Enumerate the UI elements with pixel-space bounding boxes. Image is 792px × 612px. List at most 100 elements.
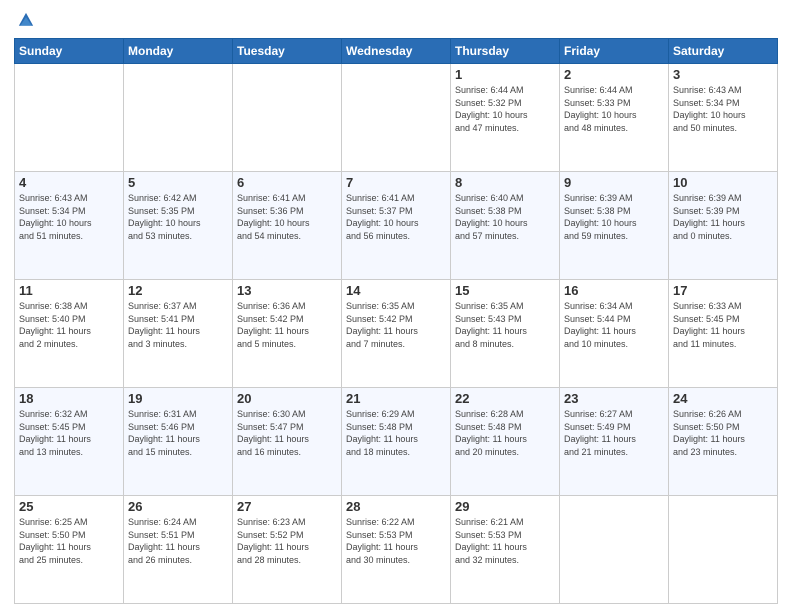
logo-icon: [16, 10, 36, 30]
calendar-cell: 18 Sunrise: 6:32 AM Sunset: 5:45 PM Dayli…: [15, 388, 124, 496]
calendar-cell: 28 Sunrise: 6:22 AM Sunset: 5:53 PM Dayli…: [342, 496, 451, 604]
day-info: Sunrise: 6:35 AM Sunset: 5:42 PM Dayligh…: [346, 300, 446, 350]
calendar-week-5: 25 Sunrise: 6:25 AM Sunset: 5:50 PM Dayli…: [15, 496, 778, 604]
calendar-cell: 14 Sunrise: 6:35 AM Sunset: 5:42 PM Dayli…: [342, 280, 451, 388]
day-number: 17: [673, 283, 773, 298]
day-number: 23: [564, 391, 664, 406]
calendar-cell: 12 Sunrise: 6:37 AM Sunset: 5:41 PM Dayli…: [124, 280, 233, 388]
day-info: Sunrise: 6:36 AM Sunset: 5:42 PM Dayligh…: [237, 300, 337, 350]
day-number: 21: [346, 391, 446, 406]
calendar-cell: 15 Sunrise: 6:35 AM Sunset: 5:43 PM Dayli…: [451, 280, 560, 388]
day-info: Sunrise: 6:40 AM Sunset: 5:38 PM Dayligh…: [455, 192, 555, 242]
day-number: 7: [346, 175, 446, 190]
day-number: 3: [673, 67, 773, 82]
header-wednesday: Wednesday: [342, 39, 451, 64]
calendar-cell: 7 Sunrise: 6:41 AM Sunset: 5:37 PM Daylig…: [342, 172, 451, 280]
calendar-cell: 11 Sunrise: 6:38 AM Sunset: 5:40 PM Dayli…: [15, 280, 124, 388]
calendar-cell: 23 Sunrise: 6:27 AM Sunset: 5:49 PM Dayli…: [560, 388, 669, 496]
day-number: 8: [455, 175, 555, 190]
day-number: 5: [128, 175, 228, 190]
day-number: 13: [237, 283, 337, 298]
day-info: Sunrise: 6:32 AM Sunset: 5:45 PM Dayligh…: [19, 408, 119, 458]
page-header: [14, 10, 778, 30]
header-saturday: Saturday: [669, 39, 778, 64]
calendar-cell: 29 Sunrise: 6:21 AM Sunset: 5:53 PM Dayli…: [451, 496, 560, 604]
calendar-cell: 5Sunrise: 6:42 AM Sunset: 5:35 PM Daylig…: [124, 172, 233, 280]
day-number: 9: [564, 175, 664, 190]
day-number: 15: [455, 283, 555, 298]
day-info: Sunrise: 6:44 AM Sunset: 5:33 PM Dayligh…: [564, 84, 664, 134]
day-number: 6: [237, 175, 337, 190]
calendar-cell: 16 Sunrise: 6:34 AM Sunset: 5:44 PM Dayli…: [560, 280, 669, 388]
calendar-cell: 6 Sunrise: 6:41 AM Sunset: 5:36 PM Daylig…: [233, 172, 342, 280]
day-info: Sunrise: 6:25 AM Sunset: 5:50 PM Dayligh…: [19, 516, 119, 566]
day-number: 19: [128, 391, 228, 406]
calendar-cell: 8 Sunrise: 6:40 AM Sunset: 5:38 PM Daylig…: [451, 172, 560, 280]
day-info: Sunrise: 6:43 AM Sunset: 5:34 PM Dayligh…: [673, 84, 773, 134]
day-number: 29: [455, 499, 555, 514]
day-number: 10: [673, 175, 773, 190]
calendar-cell: 17 Sunrise: 6:33 AM Sunset: 5:45 PM Dayli…: [669, 280, 778, 388]
calendar-cell: 26 Sunrise: 6:24 AM Sunset: 5:51 PM Dayli…: [124, 496, 233, 604]
calendar-cell: 3 Sunrise: 6:43 AM Sunset: 5:34 PM Daylig…: [669, 64, 778, 172]
day-info: Sunrise: 6:37 AM Sunset: 5:41 PM Dayligh…: [128, 300, 228, 350]
calendar-cell: 13 Sunrise: 6:36 AM Sunset: 5:42 PM Dayli…: [233, 280, 342, 388]
day-number: 11: [19, 283, 119, 298]
calendar-cell: [124, 64, 233, 172]
header-tuesday: Tuesday: [233, 39, 342, 64]
calendar-cell: [669, 496, 778, 604]
day-info: Sunrise: 6:35 AM Sunset: 5:43 PM Dayligh…: [455, 300, 555, 350]
calendar-cell: 4Sunrise: 6:43 AM Sunset: 5:34 PM Daylig…: [15, 172, 124, 280]
day-number: 14: [346, 283, 446, 298]
day-info: Sunrise: 6:24 AM Sunset: 5:51 PM Dayligh…: [128, 516, 228, 566]
calendar-cell: 20 Sunrise: 6:30 AM Sunset: 5:47 PM Dayli…: [233, 388, 342, 496]
calendar-cell: 2 Sunrise: 6:44 AM Sunset: 5:33 PM Daylig…: [560, 64, 669, 172]
day-number: 22: [455, 391, 555, 406]
calendar-week-4: 18 Sunrise: 6:32 AM Sunset: 5:45 PM Dayli…: [15, 388, 778, 496]
day-info: Sunrise: 6:21 AM Sunset: 5:53 PM Dayligh…: [455, 516, 555, 566]
calendar-cell: 9 Sunrise: 6:39 AM Sunset: 5:38 PM Daylig…: [560, 172, 669, 280]
day-info: Sunrise: 6:38 AM Sunset: 5:40 PM Dayligh…: [19, 300, 119, 350]
day-info: Sunrise: 6:34 AM Sunset: 5:44 PM Dayligh…: [564, 300, 664, 350]
day-info: Sunrise: 6:27 AM Sunset: 5:49 PM Dayligh…: [564, 408, 664, 458]
day-number: 1: [455, 67, 555, 82]
day-number: 2: [564, 67, 664, 82]
calendar-table: Sunday Monday Tuesday Wednesday Thursday…: [14, 38, 778, 604]
day-number: 28: [346, 499, 446, 514]
day-number: 12: [128, 283, 228, 298]
day-info: Sunrise: 6:39 AM Sunset: 5:39 PM Dayligh…: [673, 192, 773, 242]
day-info: Sunrise: 6:43 AM Sunset: 5:34 PM Dayligh…: [19, 192, 119, 242]
calendar-cell: 27Sunrise: 6:23 AM Sunset: 5:52 PM Dayli…: [233, 496, 342, 604]
calendar-week-1: 1 Sunrise: 6:44 AM Sunset: 5:32 PM Daylig…: [15, 64, 778, 172]
calendar-header-row: Sunday Monday Tuesday Wednesday Thursday…: [15, 39, 778, 64]
calendar-cell: 1 Sunrise: 6:44 AM Sunset: 5:32 PM Daylig…: [451, 64, 560, 172]
calendar-cell: 22 Sunrise: 6:28 AM Sunset: 5:48 PM Dayli…: [451, 388, 560, 496]
day-number: 24: [673, 391, 773, 406]
day-info: Sunrise: 6:28 AM Sunset: 5:48 PM Dayligh…: [455, 408, 555, 458]
day-info: Sunrise: 6:41 AM Sunset: 5:37 PM Dayligh…: [346, 192, 446, 242]
header-sunday: Sunday: [15, 39, 124, 64]
day-number: 26: [128, 499, 228, 514]
day-info: Sunrise: 6:29 AM Sunset: 5:48 PM Dayligh…: [346, 408, 446, 458]
day-info: Sunrise: 6:30 AM Sunset: 5:47 PM Dayligh…: [237, 408, 337, 458]
calendar-cell: 19Sunrise: 6:31 AM Sunset: 5:46 PM Dayli…: [124, 388, 233, 496]
day-info: Sunrise: 6:41 AM Sunset: 5:36 PM Dayligh…: [237, 192, 337, 242]
day-info: Sunrise: 6:33 AM Sunset: 5:45 PM Dayligh…: [673, 300, 773, 350]
header-monday: Monday: [124, 39, 233, 64]
day-number: 20: [237, 391, 337, 406]
calendar-week-2: 4Sunrise: 6:43 AM Sunset: 5:34 PM Daylig…: [15, 172, 778, 280]
day-info: Sunrise: 6:22 AM Sunset: 5:53 PM Dayligh…: [346, 516, 446, 566]
day-info: Sunrise: 6:23 AM Sunset: 5:52 PM Dayligh…: [237, 516, 337, 566]
day-info: Sunrise: 6:26 AM Sunset: 5:50 PM Dayligh…: [673, 408, 773, 458]
calendar-cell: 24 Sunrise: 6:26 AM Sunset: 5:50 PM Dayli…: [669, 388, 778, 496]
header-thursday: Thursday: [451, 39, 560, 64]
day-info: Sunrise: 6:39 AM Sunset: 5:38 PM Dayligh…: [564, 192, 664, 242]
calendar-cell: 25 Sunrise: 6:25 AM Sunset: 5:50 PM Dayli…: [15, 496, 124, 604]
day-info: Sunrise: 6:44 AM Sunset: 5:32 PM Dayligh…: [455, 84, 555, 134]
day-number: 18: [19, 391, 119, 406]
calendar-cell: 21 Sunrise: 6:29 AM Sunset: 5:48 PM Dayli…: [342, 388, 451, 496]
day-number: 16: [564, 283, 664, 298]
header-friday: Friday: [560, 39, 669, 64]
calendar-week-3: 11 Sunrise: 6:38 AM Sunset: 5:40 PM Dayli…: [15, 280, 778, 388]
day-number: 25: [19, 499, 119, 514]
